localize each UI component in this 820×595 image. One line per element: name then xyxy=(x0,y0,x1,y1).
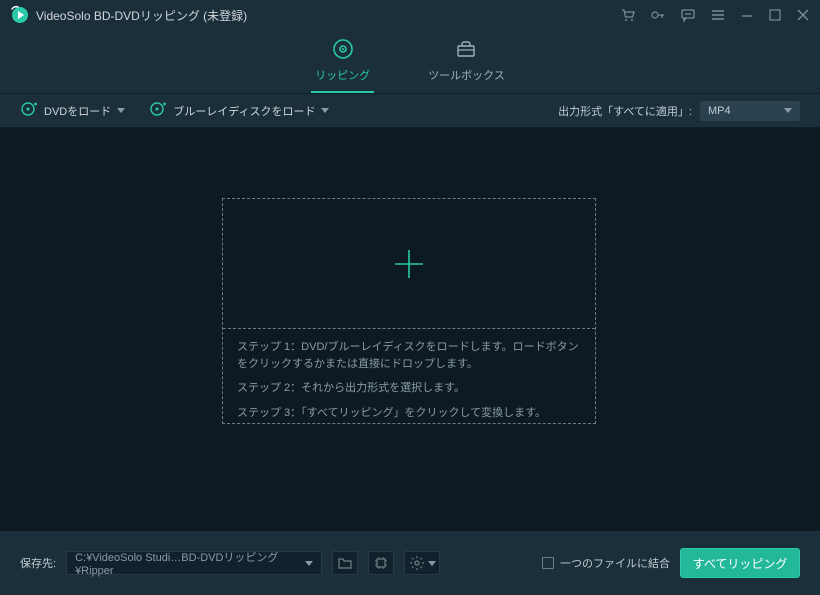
settings-button[interactable] xyxy=(404,551,440,575)
chevron-down-icon xyxy=(784,108,792,113)
disc-plus-icon xyxy=(149,100,167,121)
bottom-bar: 保存先: C:¥VideoSolo Studi…BD-DVDリッピング¥Ripp… xyxy=(0,531,820,595)
tab-ripping-label: リッピング xyxy=(315,67,370,83)
options-bar: DVDをロード ブルーレイディスクをロード 出力形式「すべてに適用」: MP4 xyxy=(0,94,820,128)
tab-toolbox[interactable]: ツールボックス xyxy=(424,36,509,93)
checkbox-icon xyxy=(542,557,554,569)
cart-icon[interactable] xyxy=(620,7,636,23)
load-dvd-button[interactable]: DVDをロード xyxy=(20,100,125,121)
step-3-text: ステップ 3：「すべてリッピング」をクリックして変換します。 xyxy=(237,405,581,422)
merge-label: 一つのファイルに結合 xyxy=(560,555,670,571)
load-bd-label: ブルーレイディスクをロード xyxy=(173,103,315,119)
save-path-value: C:¥VideoSolo Studi…BD-DVDリッピング¥Ripper xyxy=(75,549,305,577)
chevron-down-icon xyxy=(321,108,329,113)
chip-icon xyxy=(373,555,389,571)
feedback-icon[interactable] xyxy=(680,7,696,23)
step-2-text: ステップ 2：それから出力形式を選択します。 xyxy=(237,380,581,397)
app-logo-icon xyxy=(10,5,30,25)
disc-plus-icon xyxy=(20,100,38,121)
title-bar: VideoSolo BD-DVDリッピング (未登録) xyxy=(0,0,820,30)
save-path-field[interactable]: C:¥VideoSolo Studi…BD-DVDリッピング¥Ripper xyxy=(66,551,322,575)
load-bd-button[interactable]: ブルーレイディスクをロード xyxy=(149,100,329,121)
load-dvd-label: DVDをロード xyxy=(44,103,111,119)
folder-icon xyxy=(337,555,353,571)
main-area: ステップ 1：DVD/ブルーレイディスクをロードします。ロードボタンをクリックす… xyxy=(0,128,820,531)
close-icon[interactable] xyxy=(796,8,810,22)
output-format-label: 出力形式「すべてに適用」: xyxy=(558,103,692,119)
chevron-down-icon xyxy=(428,561,436,566)
toolbox-icon xyxy=(455,38,477,63)
menu-icon[interactable] xyxy=(710,7,726,23)
key-icon[interactable] xyxy=(650,7,666,23)
rip-all-button[interactable]: すべてリッピング xyxy=(680,548,800,578)
tab-toolbox-label: ツールボックス xyxy=(428,67,505,83)
open-folder-button[interactable] xyxy=(332,551,358,575)
drop-zone[interactable]: ステップ 1：DVD/ブルーレイディスクをロードします。ロードボタンをクリックす… xyxy=(222,198,596,424)
disc-icon xyxy=(332,38,354,63)
chevron-down-icon xyxy=(305,561,313,566)
main-tabs: リッピング ツールボックス xyxy=(0,30,820,94)
merge-checkbox[interactable]: 一つのファイルに結合 xyxy=(542,555,670,571)
app-title: VideoSolo BD-DVDリッピング (未登録) xyxy=(36,7,247,24)
drop-zone-add[interactable] xyxy=(223,199,595,329)
step-1-text: ステップ 1：DVD/ブルーレイディスクをロードします。ロードボタンをクリックす… xyxy=(237,339,581,372)
save-to-label: 保存先: xyxy=(20,555,56,571)
hw-accel-button[interactable] xyxy=(368,551,394,575)
maximize-icon[interactable] xyxy=(768,8,782,22)
output-format-select[interactable]: MP4 xyxy=(700,101,800,121)
chevron-down-icon xyxy=(117,108,125,113)
tab-ripping[interactable]: リッピング xyxy=(311,36,374,93)
rip-all-label: すべてリッピング xyxy=(693,555,788,572)
output-format-value: MP4 xyxy=(708,105,731,117)
steps-box: ステップ 1：DVD/ブルーレイディスクをロードします。ロードボタンをクリックす… xyxy=(223,329,595,431)
minimize-icon[interactable] xyxy=(740,8,754,22)
gear-icon xyxy=(409,555,425,571)
plus-icon xyxy=(391,246,427,282)
